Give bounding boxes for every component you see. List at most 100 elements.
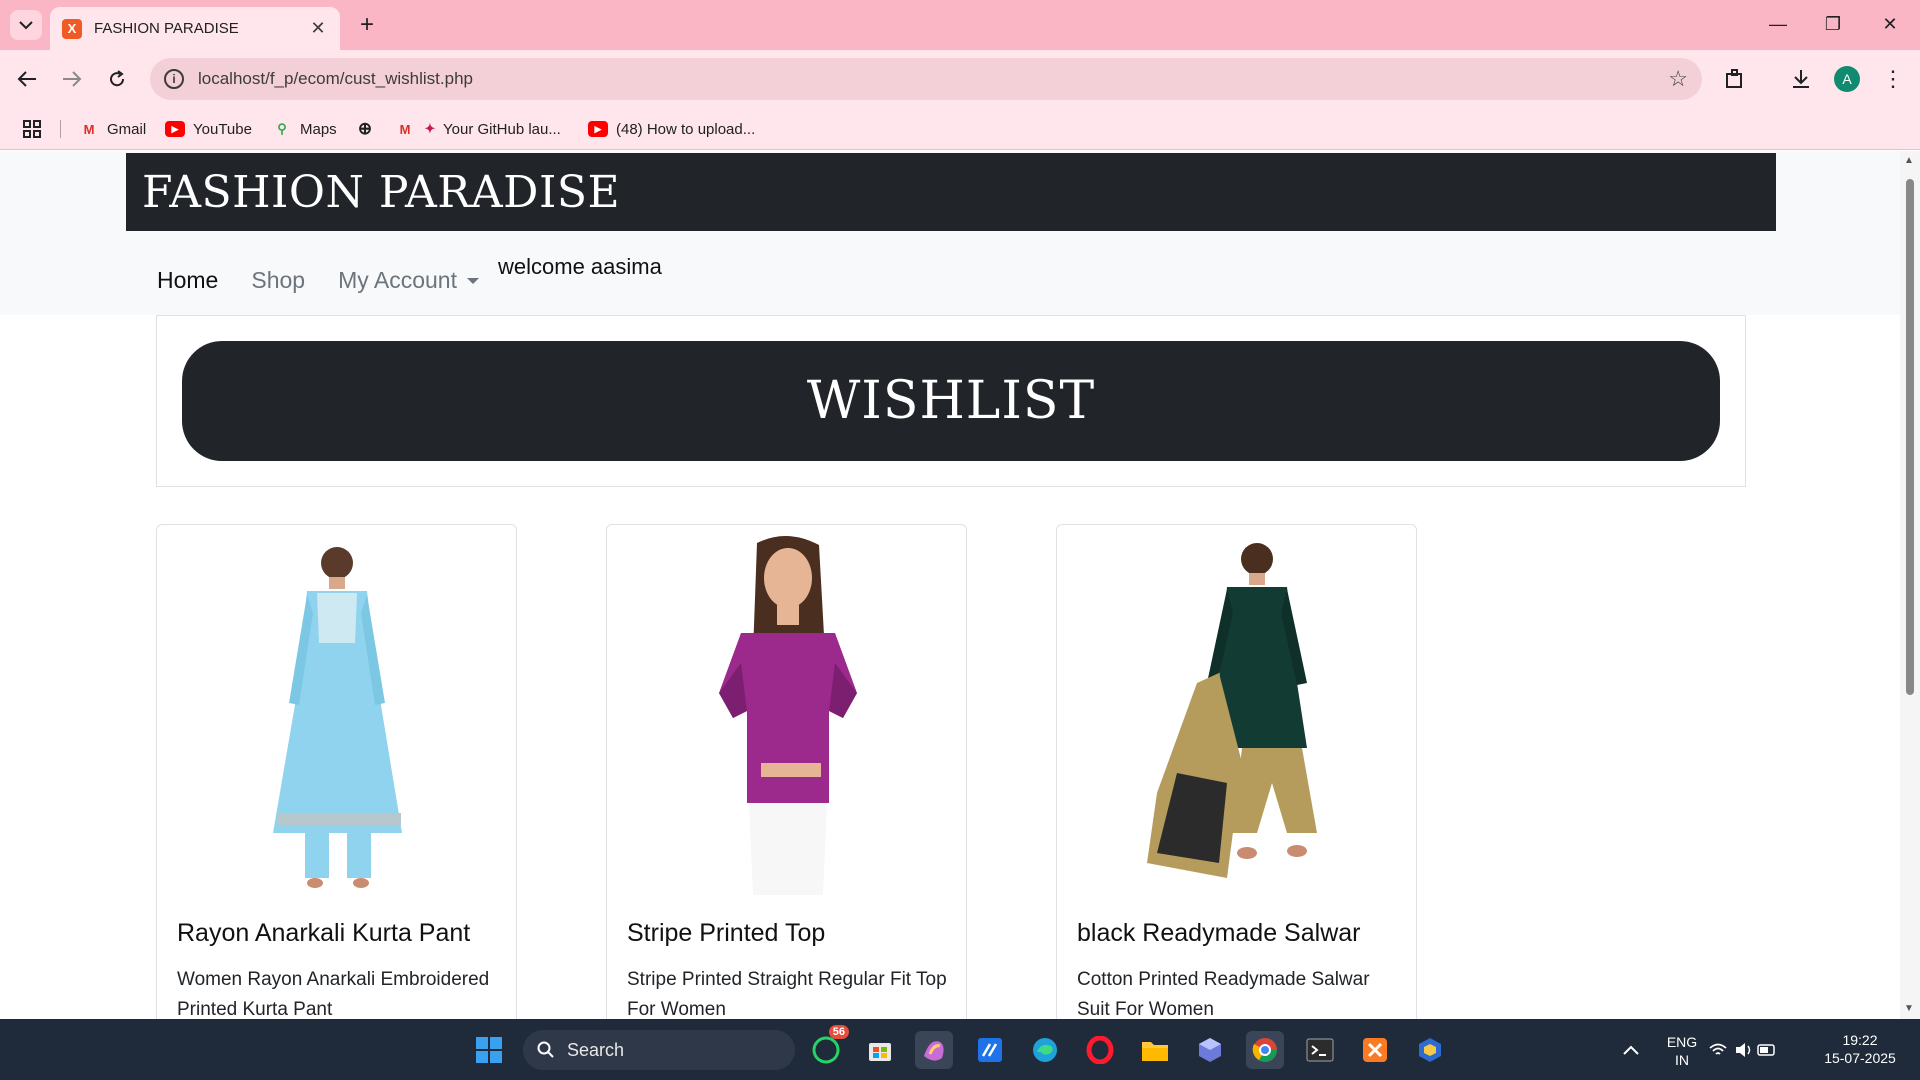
store-app[interactable] xyxy=(861,1031,899,1069)
copilot-app[interactable] xyxy=(915,1031,953,1069)
product-title[interactable]: Stripe Printed Top xyxy=(627,919,825,948)
forward-arrow-icon xyxy=(63,71,82,87)
product-title[interactable]: black Readymade Salwar xyxy=(1077,919,1360,948)
browser-tab-bar: X FASHION PARADISE ✕ + — ❐ ✕ xyxy=(0,0,1920,50)
download-icon xyxy=(1793,70,1809,88)
virtualbox-app[interactable] xyxy=(1411,1031,1449,1069)
opera-icon xyxy=(1086,1036,1114,1064)
brand-title[interactable]: FASHION PARADISE xyxy=(142,167,620,218)
bookmark-globe[interactable]: ⊕ xyxy=(355,117,383,141)
address-bar[interactable]: i localhost/f_p/ecom/cust_wishlist.php ☆ xyxy=(150,58,1702,100)
bookmark-label: Your GitHub lau... xyxy=(443,120,561,138)
edge-app[interactable] xyxy=(1026,1031,1064,1069)
store-icon xyxy=(869,1043,891,1061)
nav-my-account[interactable]: My Account xyxy=(338,267,479,294)
taskbar-search[interactable]: Search xyxy=(523,1030,795,1070)
product-image[interactable] xyxy=(1107,533,1369,895)
youtube-icon: ▶ xyxy=(588,121,608,137)
apps-button[interactable] xyxy=(22,117,42,141)
product-image[interactable] xyxy=(657,533,919,895)
windows-logo-icon xyxy=(476,1037,502,1063)
start-button[interactable] xyxy=(470,1031,508,1069)
extensions-button[interactable] xyxy=(1720,64,1750,94)
language-text: ENG xyxy=(1666,1034,1698,1050)
bookmark-youtube[interactable]: ▶ YouTube xyxy=(165,117,252,141)
quick-settings[interactable] xyxy=(1708,1031,1778,1069)
bookmark-label: Gmail xyxy=(107,120,147,138)
cube-icon xyxy=(1199,1038,1221,1062)
clock[interactable]: 19:22 15-07-2025 xyxy=(1812,1031,1908,1067)
bookmark-star-icon[interactable]: ☆ xyxy=(1668,66,1688,92)
product-title[interactable]: Rayon Anarkali Kurta Pant xyxy=(177,919,470,948)
active-tab[interactable]: X FASHION PARADISE ✕ xyxy=(50,7,340,50)
file-explorer-app[interactable] xyxy=(1136,1031,1174,1069)
tab-title: FASHION PARADISE xyxy=(94,20,239,37)
opera-app[interactable] xyxy=(1081,1031,1119,1069)
tab-close-icon[interactable]: ✕ xyxy=(308,18,328,39)
box-app[interactable] xyxy=(1191,1031,1229,1069)
web-page: FASHION PARADISE Home Shop My Account we… xyxy=(0,151,1900,1019)
product-card[interactable]: Rayon Anarkali Kurta Pant Women Rayon An… xyxy=(156,524,517,1019)
product-card[interactable]: black Readymade Salwar Cotton Printed Re… xyxy=(1056,524,1417,1019)
bookmark-label: YouTube xyxy=(193,120,252,138)
tab-search-button[interactable] xyxy=(10,10,42,40)
main-nav: Home Shop My Account xyxy=(157,262,512,298)
terminal-icon xyxy=(1306,1038,1334,1062)
restore-button[interactable]: ❐ xyxy=(1813,8,1853,40)
chrome-app[interactable] xyxy=(1246,1031,1284,1069)
scroll-down-icon[interactable]: ▼ xyxy=(1904,1003,1914,1014)
site-header: FASHION PARADISE Home Shop My Account we… xyxy=(0,151,1900,315)
close-window-button[interactable]: ✕ xyxy=(1870,8,1910,40)
code-editor-app[interactable] xyxy=(971,1031,1009,1069)
bookmark-maps[interactable]: ⚲ Maps xyxy=(272,117,336,141)
windows-taskbar: Search 56 ENG IN 19:22 15-07-2025 xyxy=(0,1019,1920,1080)
show-hidden-icons-button[interactable] xyxy=(1612,1031,1650,1069)
xampp-app[interactable] xyxy=(1356,1031,1394,1069)
bookmark-youtube-video[interactable]: ▶ (48) How to upload... xyxy=(588,117,755,141)
product-description: Stripe Printed Straight Regular Fit Top … xyxy=(627,969,947,1019)
bookmark-divider xyxy=(60,120,61,138)
bookmarks-bar: M Gmail ▶ YouTube ⚲ Maps ⊕ M ✦ Your GitH… xyxy=(0,108,1920,150)
wishlist-title: WISHLIST xyxy=(806,371,1096,431)
reload-button[interactable] xyxy=(102,64,132,94)
product-image[interactable] xyxy=(207,533,469,895)
gmail-icon: M xyxy=(83,121,95,137)
gmail-icon: M xyxy=(399,121,411,137)
nav-my-account-label: My Account xyxy=(338,266,457,293)
xampp-icon xyxy=(1363,1038,1387,1062)
new-tab-button[interactable]: + xyxy=(352,10,382,40)
forward-button[interactable] xyxy=(57,64,87,94)
reload-icon xyxy=(110,70,125,87)
search-label: Search xyxy=(567,1039,625,1060)
downloads-button[interactable] xyxy=(1786,64,1816,94)
github-icon: ✦ xyxy=(424,121,436,136)
product-card[interactable]: Stripe Printed Top Stripe Printed Straig… xyxy=(606,524,967,1019)
nav-shop[interactable]: Shop xyxy=(251,267,305,294)
copilot-icon xyxy=(924,1041,944,1061)
xampp-favicon-icon: X xyxy=(62,18,82,39)
scrollbar-thumb[interactable] xyxy=(1906,179,1914,695)
folder-icon xyxy=(1142,1042,1168,1061)
site-info-icon[interactable]: i xyxy=(164,69,184,89)
whatsapp-icon xyxy=(812,1036,840,1064)
page-scrollbar[interactable]: ▲ ▼ xyxy=(1900,151,1920,1019)
bookmark-github[interactable]: M ✦ Your GitHub lau... xyxy=(395,117,561,141)
scroll-up-icon[interactable]: ▲ xyxy=(1904,155,1914,166)
nav-home[interactable]: Home xyxy=(157,267,218,294)
whatsapp-app[interactable]: 56 xyxy=(807,1025,849,1069)
menu-button[interactable]: ⋮ xyxy=(1878,64,1908,94)
product-description: Cotton Printed Readymade Salwar Suit For… xyxy=(1077,969,1370,1019)
globe-icon: ⊕ xyxy=(357,119,373,138)
apps-grid-icon xyxy=(23,120,41,138)
bookmark-gmail[interactable]: M Gmail xyxy=(79,117,147,141)
back-button[interactable] xyxy=(12,64,42,94)
language-indicator[interactable]: ENG IN xyxy=(1664,1033,1700,1069)
clock-date: 15-07-2025 xyxy=(1824,1050,1896,1066)
profile-avatar[interactable]: A xyxy=(1834,66,1860,92)
minimize-button[interactable]: — xyxy=(1758,8,1798,40)
search-icon xyxy=(537,1041,554,1058)
url-text[interactable]: localhost/f_p/ecom/cust_wishlist.php xyxy=(198,69,473,89)
terminal-app[interactable] xyxy=(1301,1031,1339,1069)
wifi-volume-battery-icon xyxy=(1709,1043,1775,1057)
youtube-icon: ▶ xyxy=(165,121,185,137)
